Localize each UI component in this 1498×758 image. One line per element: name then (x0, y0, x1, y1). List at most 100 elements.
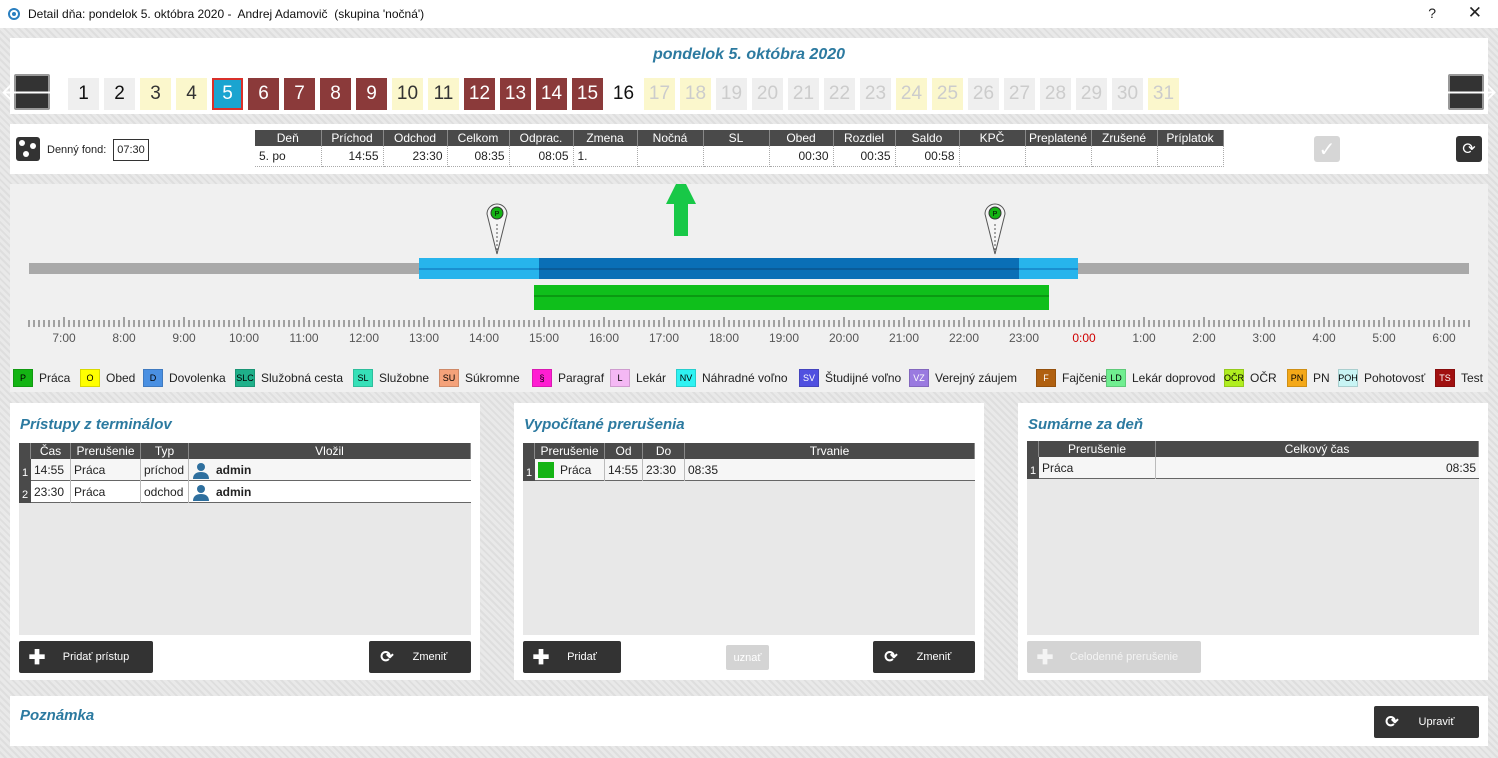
summary-cell (959, 146, 1026, 167)
day-14[interactable]: 14 (536, 78, 567, 110)
col-header: Odprac. (509, 130, 574, 146)
legend-swatch: VZ (909, 369, 929, 387)
day-13[interactable]: 13 (500, 78, 531, 110)
day-7[interactable]: 7 (284, 78, 315, 110)
plus-icon: ✚ (532, 646, 550, 669)
col-od[interactable]: Od (605, 443, 643, 459)
day-3[interactable]: 3 (140, 78, 171, 110)
summary-cell: 08:35 (447, 146, 510, 167)
day-24[interactable]: 24 (896, 78, 927, 110)
day-10[interactable]: 10 (392, 78, 423, 110)
day-8[interactable]: 8 (320, 78, 351, 110)
sumarne-grid: Prerušenie Celkový čas 1 Práca 08:35 (1027, 441, 1479, 635)
col-cas[interactable]: Čas (31, 443, 71, 459)
day-23[interactable]: 23 (860, 78, 891, 110)
day-11[interactable]: 11 (428, 78, 459, 110)
nocna-arrow-icon (666, 174, 696, 236)
tick-label: 21:00 (889, 331, 919, 345)
day-1[interactable]: 1 (68, 78, 99, 110)
plus-icon: ✚ (28, 646, 46, 669)
col-header: Príchod (321, 130, 384, 146)
upravit-button[interactable]: ⟳ Upraviť (1374, 706, 1479, 738)
close-button[interactable]: ✕ (1468, 3, 1482, 23)
tick-label: 19:00 (769, 331, 799, 345)
col-do[interactable]: Do (643, 443, 685, 459)
day-15[interactable]: 15 (572, 78, 603, 110)
pridat-button[interactable]: ✚ Pridať (523, 641, 621, 673)
day-25[interactable]: 25 (932, 78, 963, 110)
refresh-button[interactable]: ⟳ (1456, 136, 1482, 162)
svg-text:P: P (495, 211, 500, 218)
user-icon (193, 485, 209, 501)
legend-swatch: SU (439, 369, 459, 387)
table-row[interactable]: 1 Práca 08:35 (1027, 457, 1479, 479)
prace-color-swatch (538, 462, 554, 478)
summary-cell (1157, 146, 1224, 167)
summary-cell: 1. (573, 146, 638, 167)
day-22[interactable]: 22 (824, 78, 855, 110)
nodes-icon[interactable] (16, 137, 40, 161)
day-4[interactable]: 4 (176, 78, 207, 110)
tick-label: 10:00 (229, 331, 259, 345)
zmenit-pristup-button[interactable]: ⟳ Zmeniť (369, 641, 471, 673)
legend-label: Súkromne (465, 371, 520, 385)
legend-label: Náhradné voľno (702, 371, 788, 385)
tick-label: 22:00 (949, 331, 979, 345)
timeline-graph: P P 7:00 8:00 9:00 10:00 11:00 12:00 13:00 14:00 1… (28, 174, 1470, 345)
table-row[interactable]: 2 23:30 Práca odchod admin (19, 481, 471, 503)
refresh-icon: ⟳ (1385, 714, 1399, 731)
tick-label: 4:00 (1312, 331, 1336, 345)
col-typ[interactable]: Typ (141, 443, 189, 459)
legend-label: Verejný záujem (935, 371, 1018, 385)
legend-item: SL Služobne (353, 368, 429, 388)
pridat-pristup-button[interactable]: ✚ Pridať prístup (19, 641, 153, 673)
col-celkovy-cas[interactable]: Celkový čas (1156, 441, 1479, 457)
tick-label: 13:00 (409, 331, 439, 345)
day-26[interactable]: 26 (968, 78, 999, 110)
col-prerusenie[interactable]: Prerušenie (535, 443, 605, 459)
day-31[interactable]: 31 (1148, 78, 1179, 110)
table-row[interactable]: 1 Práca 14:55 23:30 08:35 (523, 459, 975, 481)
legend-label: Lekár doprovod (1132, 371, 1216, 385)
day-20[interactable]: 20 (752, 78, 783, 110)
prev-day-button[interactable]: 🡐 (0, 74, 64, 110)
day-30[interactable]: 30 (1112, 78, 1143, 110)
tick-label: 9:00 (172, 331, 196, 345)
pristupy-grid: Čas Prerušenie Typ Vložil 1 14:55 Práca … (19, 443, 471, 635)
day-16[interactable]: 16 (608, 78, 639, 110)
summary-cell: 00:30 (769, 146, 834, 167)
summary-cell (703, 146, 770, 167)
legend-label: Pohotovosť (1364, 371, 1426, 385)
table-row[interactable]: 1 14:55 Práca príchod admin (19, 459, 471, 481)
day-17[interactable]: 17 (644, 78, 675, 110)
day-27[interactable]: 27 (1004, 78, 1035, 110)
day-19[interactable]: 19 (716, 78, 747, 110)
day-12[interactable]: 12 (464, 78, 495, 110)
legend-label: Lekár (636, 371, 667, 385)
col-header: Nočná (637, 130, 704, 146)
col-trvanie[interactable]: Trvanie (685, 443, 975, 459)
col-vlozil[interactable]: Vložil (189, 443, 471, 459)
celodenne-prerusenie-button[interactable]: ✚ Celodenné prerušenie (1027, 641, 1201, 673)
day-9[interactable]: 9 (356, 78, 387, 110)
uznat-button[interactable]: uznať (726, 645, 769, 670)
col-header: Zmena (573, 130, 638, 146)
confirm-button[interactable]: ✓ (1314, 136, 1340, 162)
zmenit-prerusenie-button[interactable]: ⟳ Zmeniť (873, 641, 975, 673)
legend-label: Fajčenie (1062, 371, 1108, 385)
day-28[interactable]: 28 (1040, 78, 1071, 110)
tick-label: 7:00 (52, 331, 76, 345)
col-prerusenie[interactable]: Prerušenie (71, 443, 141, 459)
tick-label: 12:00 (349, 331, 379, 345)
tick-label: 14:00 (469, 331, 499, 345)
day-21[interactable]: 21 (788, 78, 819, 110)
day-18[interactable]: 18 (680, 78, 711, 110)
legend-label: Paragraf (558, 371, 605, 385)
col-prerusenie[interactable]: Prerušenie (1039, 441, 1156, 457)
day-2[interactable]: 2 (104, 78, 135, 110)
next-day-button[interactable]: 🡒 (1434, 74, 1498, 110)
help-button[interactable]: ? (1428, 5, 1436, 21)
day-6[interactable]: 6 (248, 78, 279, 110)
day-5[interactable]: 5 (212, 78, 243, 110)
day-29[interactable]: 29 (1076, 78, 1107, 110)
